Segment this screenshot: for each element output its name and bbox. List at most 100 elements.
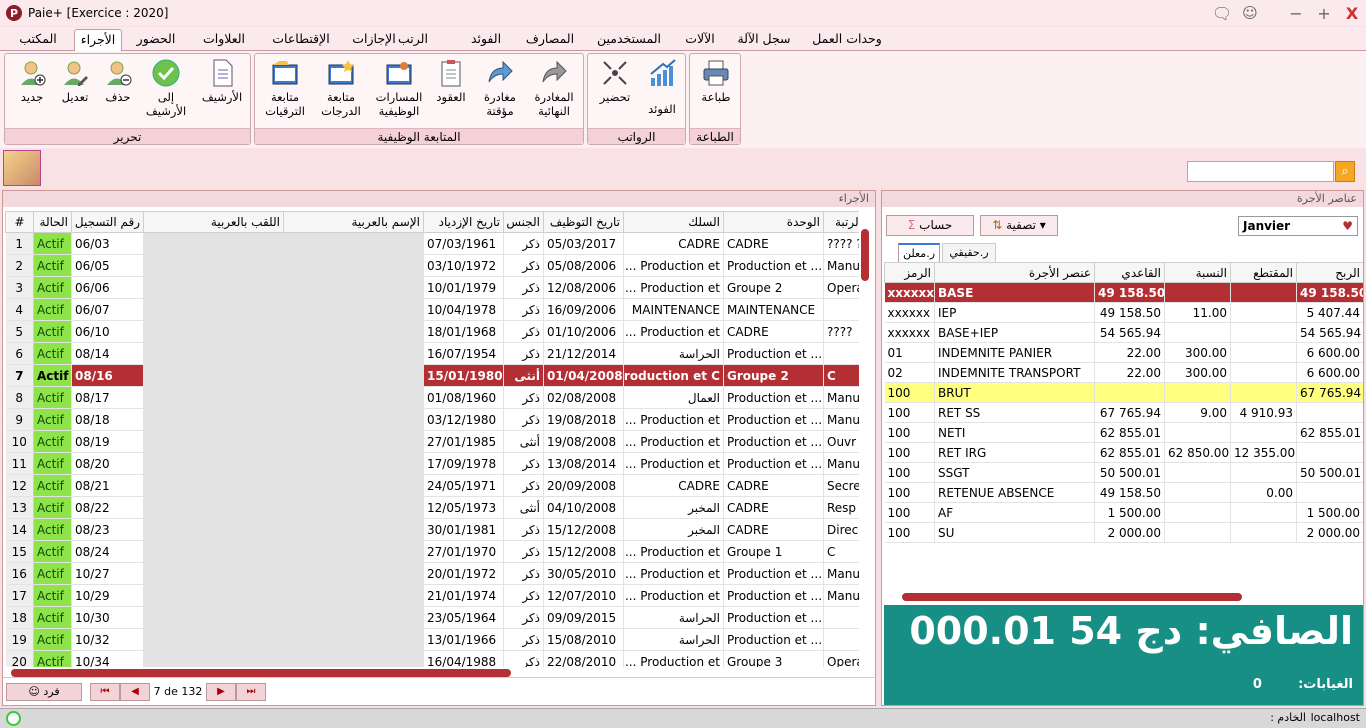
table-row[interactable]: 19 Actif 10/32 13/01/1966 ذكر 15/08/2010 الحرا…: [5, 628, 859, 651]
tab-allowances[interactable]: العلاوات: [196, 29, 252, 51]
search-input[interactable]: [1187, 161, 1334, 182]
table-row[interactable]: 100 NETI 62 855.01 62 855.01: [884, 422, 1363, 443]
career-paths-button[interactable]: المسارات الوظيفية: [371, 58, 427, 118]
next-page-button[interactable]: ▶: [206, 683, 236, 701]
table-row[interactable]: 17 Actif 10/29 21/01/1974 ذكر 12/07/2010 Produ…: [5, 584, 859, 607]
user-icon[interactable]: ☺: [1236, 4, 1264, 22]
grades-button[interactable]: متابعة الدرجات: [315, 58, 367, 118]
column-header[interactable]: اللقب بالعربية: [143, 211, 284, 233]
table-row[interactable]: xxxxxx BASE 49 158.50 49 158.50: [884, 282, 1363, 303]
column-header[interactable]: تاريخ التوظيف: [543, 211, 624, 233]
column-header[interactable]: الوحدة: [723, 211, 824, 233]
column-header[interactable]: الحالة: [33, 211, 72, 233]
table-cell: Actif: [33, 562, 72, 585]
column-header[interactable]: الرمز: [884, 262, 935, 283]
final-leave-button[interactable]: المغادرة النهائية: [527, 58, 581, 118]
table-row[interactable]: 6 Actif 08/14 16/07/1954 ذكر 21/12/2014 الحراس…: [5, 342, 859, 365]
table-row[interactable]: 10 Actif 08/19 27/01/1985 أنثى 19/08/2008 Prod…: [5, 430, 859, 453]
table-row[interactable]: xxxxxx IEP 49 158.50 11.00 5 407.44: [884, 302, 1363, 323]
tab-grades[interactable]: الرتب: [382, 29, 444, 51]
delete-button[interactable]: حذف: [97, 58, 139, 104]
first-page-button[interactable]: ⏮: [90, 683, 120, 701]
temp-leave-button[interactable]: مغادرة مؤقتة: [477, 58, 523, 118]
tab-work-units[interactable]: وحدات العمل: [812, 29, 882, 51]
table-row[interactable]: 100 SSGT 50 500.01 50 500.01: [884, 462, 1363, 483]
column-header[interactable]: القاعدي: [1094, 262, 1165, 283]
column-header[interactable]: #: [5, 211, 34, 233]
tab-benefits[interactable]: الفوئد: [462, 29, 510, 51]
table-row[interactable]: 7Actif08/16 15/01/1980أنثى01/04/2008Produ…: [5, 364, 859, 387]
tab-machine-log[interactable]: سجل الآلة: [736, 29, 792, 51]
column-header[interactable]: الإسم بالعربية: [283, 211, 424, 233]
tab-attendance[interactable]: الحضور: [130, 29, 182, 51]
month-select[interactable]: Janvier ♥: [1238, 216, 1358, 236]
column-header[interactable]: رقم التسجيل: [71, 211, 144, 233]
maximize-button[interactable]: +: [1310, 4, 1338, 23]
employees-vscroll[interactable]: [861, 229, 869, 281]
table-row[interactable]: 01 INDEMNITE PANIER 22.00 300.00 6 600.00: [884, 342, 1363, 363]
calc-button[interactable]: Σ حساب: [886, 215, 974, 236]
benefits-button[interactable]: الفوئد: [640, 58, 684, 116]
tab-employees[interactable]: الأجراء: [74, 29, 122, 52]
table-row[interactable]: 15 Actif 08/24 27/01/1970 ذكر 15/12/2008 Produ…: [5, 540, 859, 563]
contracts-button[interactable]: العقود: [431, 58, 471, 104]
table-row[interactable]: 8 Actif 08/17 01/08/1960 ذكر 02/08/2008 العمال…: [5, 386, 859, 409]
table-row[interactable]: 11 Actif 08/20 17/09/1978 ذكر 13/08/2014 Produ…: [5, 452, 859, 475]
table-row[interactable]: 3 Actif 06/06 10/01/1979 ذكر 12/08/2006 Produc…: [5, 276, 859, 299]
table-cell: Manuf: [823, 386, 859, 409]
column-header[interactable]: الرتبة: [823, 211, 859, 233]
tab-machines[interactable]: الآلات: [678, 29, 722, 51]
table-row[interactable]: 18 Actif 10/30 23/05/1964 ذكر 09/09/2015 الحرا…: [5, 606, 859, 629]
column-header[interactable]: تاريخ الإزدياد: [423, 211, 504, 233]
archive-button[interactable]: الأرشيف: [197, 58, 247, 104]
column-header[interactable]: السلك: [623, 211, 724, 233]
minimize-button[interactable]: −: [1282, 4, 1310, 23]
single-button[interactable]: ☺ فرد: [6, 683, 82, 701]
table-row[interactable]: 100 AF 1 500.00 1 500.00: [884, 502, 1363, 523]
table-row[interactable]: 12 Actif 08/21 24/05/1971 ذكر 20/09/2008 CADRE…: [5, 474, 859, 497]
table-cell: 19/08/2018: [543, 408, 624, 431]
table-row[interactable]: xxxxxx BASE+IEP 54 565.94 54 565.94: [884, 322, 1363, 343]
table-cell: ذكر: [503, 298, 544, 321]
prev-page-button[interactable]: ◀: [120, 683, 150, 701]
column-header[interactable]: الربح: [1296, 262, 1363, 283]
column-header[interactable]: الجنس: [503, 211, 544, 233]
tab-banks[interactable]: المصارف: [522, 29, 578, 51]
table-row[interactable]: 13 Actif 08/22 12/05/1973 أنثى 04/10/2008 المخ…: [5, 496, 859, 519]
table-row[interactable]: 100 BRUT 67 765.94: [884, 382, 1363, 403]
table-row[interactable]: 20 Actif 10/34 16/04/1988 ذكر 22/08/2010 Produ…: [5, 650, 859, 667]
search-icon[interactable]: ⌕: [1335, 161, 1355, 182]
promotions-button[interactable]: متابعة الترقيات: [261, 58, 309, 118]
new-button[interactable]: جديد: [11, 58, 53, 104]
table-row[interactable]: 02 INDEMNITE TRANSPORT 22.00 300.00 6 600.00: [884, 362, 1363, 383]
table-row[interactable]: 9 Actif 08/18 03/12/1980 ذكر 19/08/2018 Produc…: [5, 408, 859, 431]
tab-declared[interactable]: ر.معلن: [898, 243, 940, 262]
column-header[interactable]: المقتطع: [1230, 262, 1297, 283]
tab-users[interactable]: المستخدمين: [594, 29, 664, 51]
table-row[interactable]: 100 SU 2 000.00 2 000.00: [884, 522, 1363, 543]
components-hscroll[interactable]: [902, 593, 1242, 601]
table-row[interactable]: 100 RET IRG 62 855.01 62 850.00 12 355.00: [884, 442, 1363, 463]
chat-icon[interactable]: 🗨: [1208, 4, 1236, 23]
table-row[interactable]: 5 Actif 06/10 18/01/1968 ذكر 01/10/2006 Produc…: [5, 320, 859, 343]
prepare-button[interactable]: تحضير: [592, 58, 638, 104]
table-row[interactable]: 4 Actif 06/07 10/04/1978 ذكر 16/09/2006 MAINTE…: [5, 298, 859, 321]
tab-deductions[interactable]: الإقتطاعات: [266, 29, 336, 51]
table-row[interactable]: 14 Actif 08/23 30/01/1981 ذكر 15/12/2008 المخب…: [5, 518, 859, 541]
tab-real[interactable]: ر.حقيقي: [942, 243, 996, 262]
edit-button[interactable]: تعديل: [53, 58, 97, 104]
print-button[interactable]: طباعة: [694, 58, 738, 104]
table-row[interactable]: 2 Actif 06/05 03/10/1972 ذكر 05/08/2006 Produc…: [5, 254, 859, 277]
filter-button[interactable]: ⇅ تصفية ▾: [980, 215, 1058, 236]
table-row[interactable]: 1 Actif 06/03 07/03/1961 ذكر 05/03/2017 CADRE C…: [5, 232, 859, 255]
close-button[interactable]: X: [1338, 4, 1366, 23]
table-row[interactable]: 100 RET SS 67 765.94 9.00 4 910.93: [884, 402, 1363, 423]
column-header[interactable]: النسبة: [1164, 262, 1231, 283]
table-row[interactable]: 16 Actif 10/27 20/01/1972 ذكر 30/05/2010 Produ…: [5, 562, 859, 585]
column-header[interactable]: عنصر الأجرة: [934, 262, 1095, 283]
to-archive-button[interactable]: إلى الأرشيف: [141, 58, 191, 118]
last-page-button[interactable]: ⏭: [236, 683, 266, 701]
employees-hscroll[interactable]: [11, 669, 511, 677]
table-row[interactable]: 100 RETENUE ABSENCE 49 158.50 0.00: [884, 482, 1363, 503]
tab-office[interactable]: المكتب: [12, 29, 64, 51]
